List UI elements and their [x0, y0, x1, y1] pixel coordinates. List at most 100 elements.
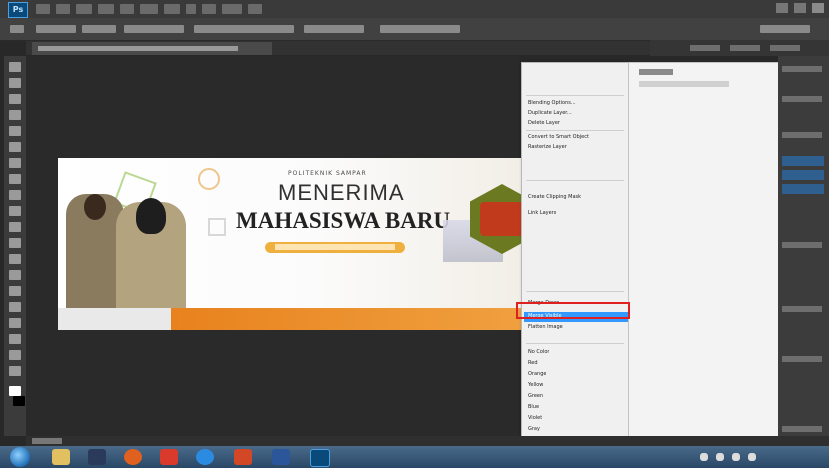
menu-file[interactable]: [36, 4, 50, 14]
menu-item[interactable]: Rasterize Layer: [528, 143, 567, 152]
menu-item[interactable]: [528, 167, 530, 176]
menu-window[interactable]: [222, 4, 242, 14]
menu-item[interactable]: Blending Options...: [528, 99, 576, 108]
menu-item[interactable]: [528, 235, 530, 244]
workspace-dropdown[interactable]: [760, 25, 810, 33]
menu-item[interactable]: [528, 259, 530, 268]
foreground-color-swatch[interactable]: [9, 386, 21, 396]
wifi-icon[interactable]: [716, 453, 724, 461]
menu-view[interactable]: [202, 4, 216, 14]
menu-item[interactable]: [528, 271, 530, 280]
panel-row[interactable]: [782, 96, 822, 102]
volume-icon[interactable]: [732, 453, 740, 461]
transform-controls-checkbox[interactable]: [124, 25, 184, 33]
distribute-buttons[interactable]: [304, 25, 364, 33]
zoom-level[interactable]: [32, 438, 62, 444]
menu-item[interactable]: Duplicate Layer...: [528, 109, 572, 118]
blur-tool-icon[interactable]: [9, 254, 21, 264]
align-buttons[interactable]: [194, 25, 294, 33]
menu-item[interactable]: Yellow: [528, 381, 543, 390]
document-tab[interactable]: [32, 42, 272, 55]
menu-item[interactable]: [528, 223, 530, 232]
lasso-tool-icon[interactable]: [9, 94, 21, 104]
menu-edit[interactable]: [56, 4, 70, 14]
menu-item[interactable]: [528, 247, 530, 256]
type-tool-icon[interactable]: [9, 302, 21, 312]
panel-row[interactable]: [782, 242, 822, 248]
menu-item[interactable]: [528, 69, 530, 78]
menu-item[interactable]: Red: [528, 359, 538, 368]
flag-icon[interactable]: [700, 453, 708, 461]
quick-select-tool-icon[interactable]: [9, 110, 21, 120]
photoshop-icon[interactable]: [310, 449, 330, 467]
file-explorer-icon[interactable]: [52, 449, 70, 465]
panel-footer-buttons[interactable]: [782, 426, 822, 432]
menu-item[interactable]: [528, 83, 530, 92]
shape-tool-icon[interactable]: [9, 334, 21, 344]
media-player-icon[interactable]: [88, 449, 106, 465]
dodge-tool-icon[interactable]: [9, 270, 21, 280]
3d-mode-buttons[interactable]: [380, 25, 460, 33]
pen-tool-icon[interactable]: [9, 286, 21, 296]
chrome-icon[interactable]: [196, 449, 214, 465]
menu-select[interactable]: [140, 4, 158, 14]
panel-tab-paths[interactable]: [770, 45, 800, 51]
gradient-tool-icon[interactable]: [9, 238, 21, 248]
crop-tool-icon[interactable]: [9, 126, 21, 136]
panel-tab-channels[interactable]: [730, 45, 760, 51]
menu-item[interactable]: Delete Layer: [528, 119, 560, 128]
panel-tab-layers[interactable]: [690, 45, 720, 51]
move-tool-icon[interactable]: [9, 62, 21, 72]
menu-item[interactable]: No Color: [528, 348, 549, 357]
eyedropper-tool-icon[interactable]: [9, 142, 21, 152]
menu-item[interactable]: Green: [528, 392, 543, 401]
panel-row[interactable]: [782, 132, 822, 138]
layer-row-selected[interactable]: [782, 184, 824, 194]
auto-select-checkbox[interactable]: [36, 25, 76, 33]
menu-item[interactable]: Blue: [528, 403, 539, 412]
start-orb-icon[interactable]: [10, 447, 30, 467]
powerpoint-icon[interactable]: [234, 449, 252, 465]
layer-row-selected[interactable]: [782, 170, 824, 180]
word-icon[interactable]: [272, 449, 290, 465]
history-brush-tool-icon[interactable]: [9, 206, 21, 216]
menu-item[interactable]: Create Clipping Mask: [528, 193, 581, 202]
eraser-tool-icon[interactable]: [9, 222, 21, 232]
minimize-icon[interactable]: [776, 3, 788, 13]
submenu-item[interactable]: [639, 81, 729, 87]
auto-select-dropdown[interactable]: [82, 25, 116, 33]
close-icon[interactable]: [812, 3, 824, 13]
menu-item[interactable]: Link Layers: [528, 209, 556, 218]
menu-item[interactable]: Gray: [528, 425, 540, 434]
menu-3d[interactable]: [186, 4, 196, 14]
menu-layer[interactable]: [98, 4, 114, 14]
menu-item[interactable]: [528, 155, 530, 164]
banner-document[interactable]: POLITEKNIK SAMPAR MENERIMA MAHASISWA BAR…: [58, 158, 528, 330]
system-clock[interactable]: [790, 451, 820, 463]
menu-item[interactable]: Orange: [528, 370, 546, 379]
panel-row[interactable]: [782, 306, 822, 312]
menu-image[interactable]: [76, 4, 92, 14]
menu-item[interactable]: Convert to Smart Object: [528, 133, 589, 142]
menu-item[interactable]: Flatten Image: [528, 323, 563, 332]
battery-icon[interactable]: [748, 453, 756, 461]
panel-row[interactable]: [782, 66, 822, 72]
menu-help[interactable]: [248, 4, 262, 14]
healing-brush-tool-icon[interactable]: [9, 158, 21, 168]
menu-filter[interactable]: [164, 4, 180, 14]
zoom-tool-icon[interactable]: [9, 366, 21, 376]
menu-item[interactable]: Violet: [528, 414, 542, 423]
tool-preset-picker[interactable]: [10, 25, 24, 33]
menu-type[interactable]: [120, 4, 134, 14]
clone-stamp-tool-icon[interactable]: [9, 190, 21, 200]
hand-tool-icon[interactable]: [9, 350, 21, 360]
path-selection-tool-icon[interactable]: [9, 318, 21, 328]
firefox-icon[interactable]: [124, 449, 142, 465]
maximize-icon[interactable]: [794, 3, 806, 13]
panel-row[interactable]: [782, 356, 822, 362]
marquee-tool-icon[interactable]: [9, 78, 21, 88]
background-color-swatch[interactable]: [13, 396, 25, 406]
layer-row-selected[interactable]: [782, 156, 824, 166]
brush-tool-icon[interactable]: [9, 174, 21, 184]
gmail-icon[interactable]: [160, 449, 178, 465]
